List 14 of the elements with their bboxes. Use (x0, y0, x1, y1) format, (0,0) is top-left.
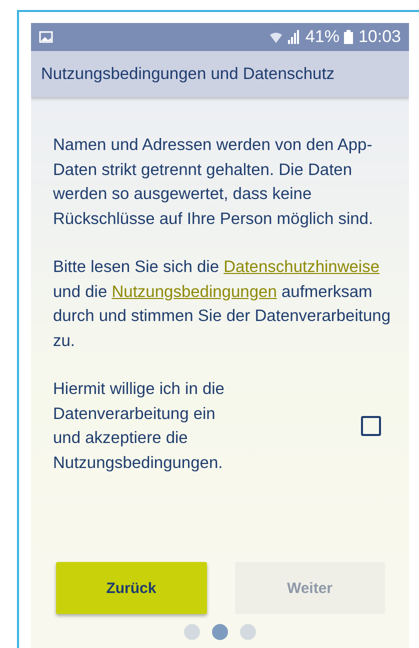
signal-icon (288, 30, 300, 44)
wifi-icon (269, 30, 284, 44)
battery-percentage: 41% (305, 27, 340, 47)
intro-paragraph: Namen und Adressen werden von den App-Daten strikt getrennt gehalten. Die Daten werden so ausgewertet, dass keine Rückschlüsse auf Ihre Person möglich sind. (53, 135, 374, 230)
policy-link[interactable]: Datenschutzhinweise (224, 258, 380, 276)
consent-checkbox[interactable] (361, 416, 381, 436)
clock-time: 10:03 (358, 27, 401, 47)
battery-icon (344, 30, 354, 44)
image-icon (39, 31, 53, 43)
notice-paragraph: Bitte lesen Sie sich die Datenschutzhinweise und die Nutzungsbedingungen aufmerksam durch und stimmen Sie der Datenverarbeitung zu. (53, 257, 392, 352)
screen-title: Nutzungsbedingungen und Datenschutz (41, 64, 335, 84)
back-button[interactable]: Zurück (56, 562, 206, 614)
policy-link[interactable]: Nutzungsbedingungen (112, 282, 277, 300)
consent-label: Hiermit willige ich in die Datenverarbeitung ein und akzeptiere die Nutzungsbedingungen. (53, 379, 226, 474)
